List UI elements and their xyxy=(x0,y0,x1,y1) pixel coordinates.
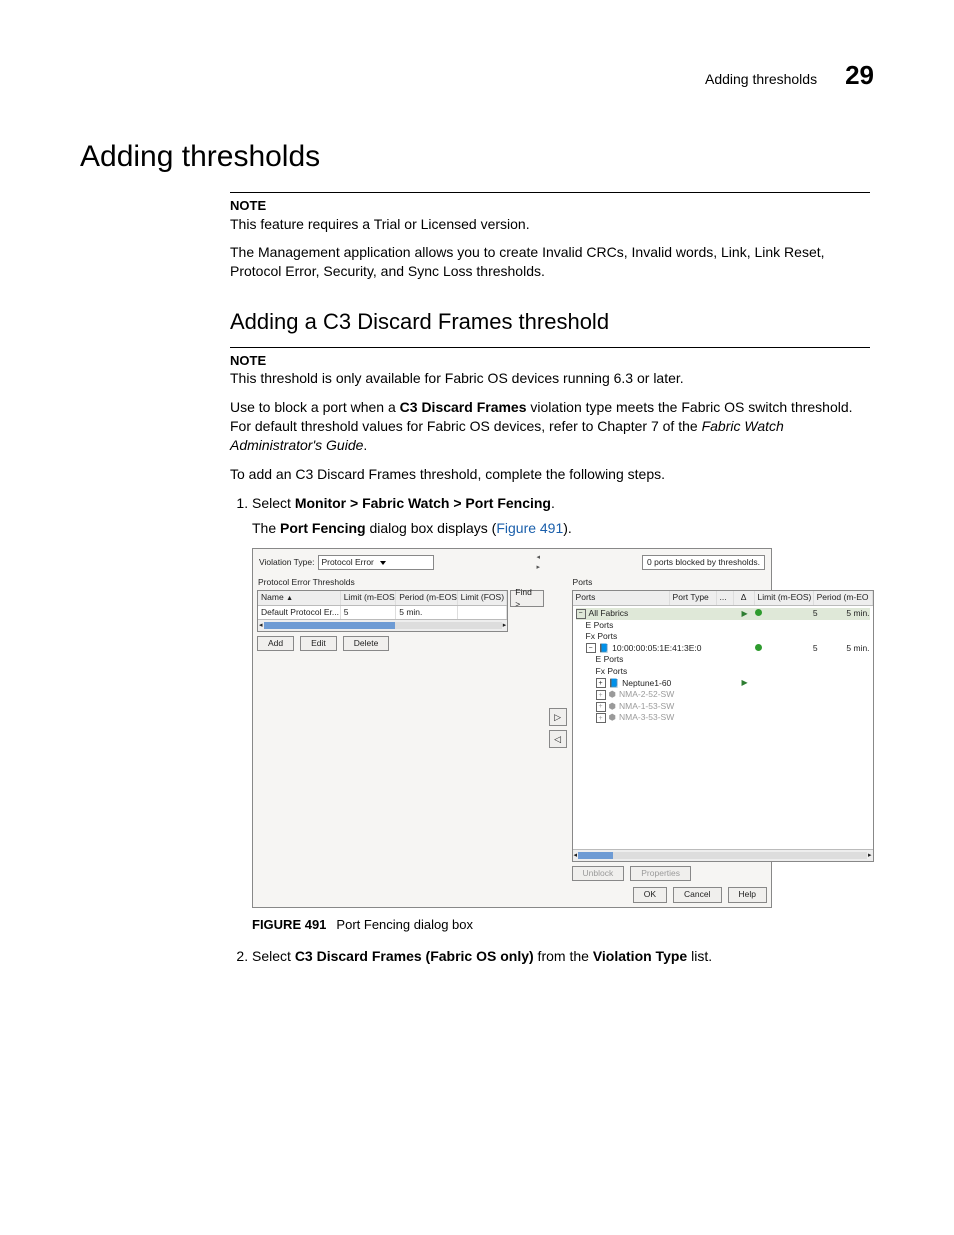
step-1-body: The Port Fencing dialog box displays (Fi… xyxy=(252,519,870,538)
chevron-down-icon xyxy=(380,561,386,565)
status-dot-icon xyxy=(755,644,762,651)
expand-icon[interactable]: + xyxy=(596,713,606,723)
assign-left-button[interactable]: ◁ xyxy=(549,730,567,748)
step-1: Select Monitor > Fabric Watch > Port Fen… xyxy=(252,494,870,933)
paragraph: To add an C3 Discard Frames threshold, c… xyxy=(230,465,870,484)
rule xyxy=(230,192,870,193)
violation-type-label: Violation Type: xyxy=(259,557,314,568)
expand-icon[interactable]: + xyxy=(596,702,606,712)
violation-type-combo[interactable]: Protocol Error xyxy=(318,555,434,570)
ports-table[interactable]: Ports Port Type ... Δ Limit (m-EOS) Peri… xyxy=(572,590,874,862)
edit-button[interactable]: Edit xyxy=(300,636,337,651)
figure-xref[interactable]: Figure 491 xyxy=(496,520,563,536)
unblock-button[interactable]: Unblock xyxy=(572,866,625,881)
add-button[interactable]: Add xyxy=(257,636,294,651)
scroll-right-icon[interactable]: ▸ xyxy=(503,621,507,630)
h-scrollbar[interactable]: ◂ ▸ xyxy=(258,619,507,631)
note-text: This threshold is only available for Fab… xyxy=(230,369,870,388)
running-head-title: Adding thresholds xyxy=(705,71,817,87)
left-pane-title: Protocol Error Thresholds xyxy=(258,577,544,588)
figure-491: Violation Type: Protocol Error ◂▸ 0 port… xyxy=(252,548,870,934)
thresholds-table-header: Name ▲ Limit (m-EOS) Period (m-EOS) Limi… xyxy=(258,591,507,605)
thresholds-table[interactable]: Name ▲ Limit (m-EOS) Period (m-EOS) Limi… xyxy=(257,590,508,632)
note-label: NOTE xyxy=(230,352,870,370)
paragraph: Use to block a port when a C3 Discard Fr… xyxy=(230,398,870,455)
properties-button[interactable]: Properties xyxy=(630,866,691,881)
intro-paragraph: The Management application allows you to… xyxy=(230,243,870,281)
table-row[interactable]: Default Protocol Er... 5 5 min. xyxy=(258,606,507,619)
page-title: Adding thresholds xyxy=(80,140,874,174)
play-icon: ▶ xyxy=(742,609,748,618)
scroll-left-icon[interactable]: ◂ xyxy=(259,621,263,630)
running-head-page: 29 xyxy=(845,60,874,91)
scroll-right-icon[interactable]: ▸ xyxy=(868,851,872,860)
collapse-icon[interactable]: − xyxy=(576,609,586,619)
right-pane-title: Ports xyxy=(573,577,874,588)
expand-icon[interactable]: + xyxy=(596,678,606,688)
subsection-title: Adding a C3 Discard Frames threshold xyxy=(230,307,870,337)
ports-table-header: Ports Port Type ... Δ Limit (m-EOS) Peri… xyxy=(573,591,873,605)
note-label: NOTE xyxy=(230,197,870,215)
status-dot-icon xyxy=(755,609,762,616)
running-head: Adding thresholds 29 xyxy=(705,60,874,91)
delete-button[interactable]: Delete xyxy=(343,636,390,651)
port-fencing-dialog: Violation Type: Protocol Error ◂▸ 0 port… xyxy=(252,548,772,908)
help-button[interactable]: Help xyxy=(728,887,767,902)
note-text: This feature requires a Trial or License… xyxy=(230,215,870,234)
find-button[interactable]: Find > xyxy=(510,590,543,607)
ports-tree[interactable]: −All Fabrics ▶ 5 5 min. E Ports xyxy=(573,606,873,726)
splitter-icon[interactable]: ◂▸ xyxy=(536,553,541,573)
figure-caption: FIGURE 491Port Fencing dialog box xyxy=(252,916,870,934)
blocked-status: 0 ports blocked by thresholds. xyxy=(642,555,765,570)
assign-right-button[interactable]: ▷ xyxy=(549,708,567,726)
play-icon: ▶ xyxy=(742,678,748,687)
steps-list: Select Monitor > Fabric Watch > Port Fen… xyxy=(230,494,870,966)
h-scrollbar[interactable]: ◂ ▸ xyxy=(573,849,873,861)
scroll-left-icon[interactable]: ◂ xyxy=(574,851,578,860)
ok-button[interactable]: OK xyxy=(633,887,667,902)
rule xyxy=(230,347,870,348)
step-2: Select C3 Discard Frames (Fabric OS only… xyxy=(252,947,870,966)
collapse-icon[interactable]: − xyxy=(586,643,596,653)
sort-asc-icon[interactable]: ▲ xyxy=(286,595,293,602)
cancel-button[interactable]: Cancel xyxy=(673,887,721,902)
expand-icon[interactable]: + xyxy=(596,690,606,700)
